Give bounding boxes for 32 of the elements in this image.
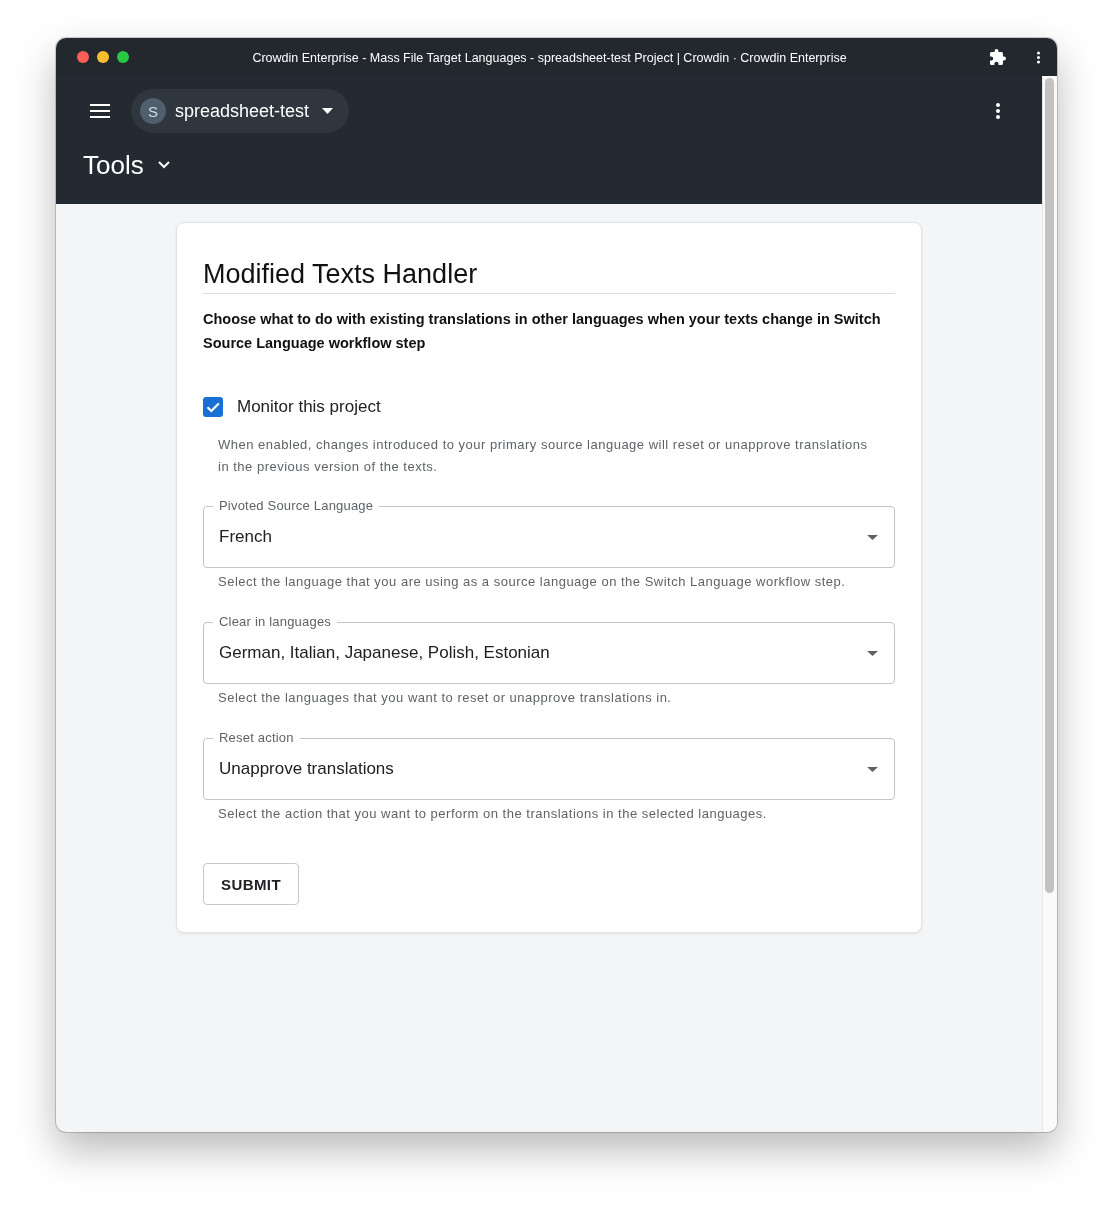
checkbox[interactable] <box>203 397 223 417</box>
project-avatar: S <box>140 98 166 124</box>
chevron-down-icon <box>157 161 170 169</box>
form-description: Choose what to do with existing translations in other languages when your texts change in Switch Source Language workflow step <box>203 310 882 353</box>
form-title: Modified Texts Handler <box>203 258 895 294</box>
scrollbar-thumb[interactable] <box>1045 78 1054 893</box>
helper-text: Select the action that you want to perform on the translations in the selected languages. <box>217 805 768 823</box>
dropdown-field[interactable]: Reset action Unapprove translations <box>203 730 895 800</box>
field-label: Pivoted Source Language <box>218 498 375 514</box>
helper-text: Select the languages that you want to reset or unapprove translations in. <box>217 689 673 707</box>
puzzle-icon[interactable] <box>990 49 1006 65</box>
window-title: Crowdin Enterprise - Mass File Target Languages - spreadsheet-test Project | Crowdin · Crowdin Enterprise <box>252 51 847 65</box>
field-label: Reset action <box>218 730 295 746</box>
more-icon[interactable] <box>996 103 1000 119</box>
section-menu[interactable]: Tools <box>83 149 170 181</box>
menu-icon[interactable] <box>90 104 110 118</box>
caret-icon <box>867 534 878 540</box>
project-switcher[interactable]: S spreadsheet-test <box>131 89 350 133</box>
zoom-window-button[interactable] <box>117 51 129 63</box>
field-label: Clear in languages <box>218 614 332 630</box>
submit-button[interactable]: SUBMIT <box>203 863 299 905</box>
checkbox-label[interactable]: Monitor this project <box>237 397 381 417</box>
dropdown-field[interactable]: Clear in languages German, Italian, Japanese, Polish, Estonian <box>203 614 895 684</box>
caret-icon <box>867 766 878 772</box>
dropdown-field[interactable]: Pivoted Source Language French <box>203 498 895 568</box>
more-icon[interactable] <box>1037 50 1040 64</box>
caret-icon <box>322 108 334 114</box>
minimize-window-button[interactable] <box>97 51 109 63</box>
caret-icon <box>867 650 878 656</box>
close-window-button[interactable] <box>77 51 89 63</box>
helper-text: When enabled, changes introduced to your primary source language will reset or unapprove translations in the previous version of the texts. <box>217 436 869 476</box>
helper-text: Select the language that you are using as a source language on the Switch Language workflow step. <box>217 573 847 591</box>
